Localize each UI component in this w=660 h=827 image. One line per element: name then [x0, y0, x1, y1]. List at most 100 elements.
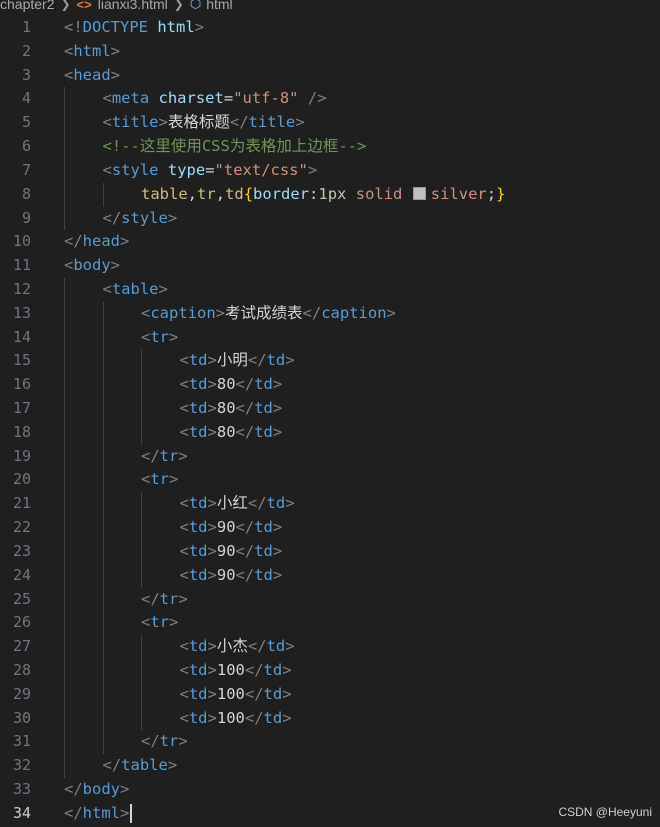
token-punct: > [207, 541, 217, 560]
line-source[interactable]: <head> [64, 64, 120, 88]
line-source[interactable]: <td>90</td> [180, 540, 283, 564]
indent-guide [64, 135, 65, 159]
breadcrumb-symbol[interactable]: html [206, 0, 232, 12]
breadcrumb-file[interactable]: lianxi3.html [98, 0, 168, 12]
line-source[interactable]: </head> [64, 230, 129, 254]
code-line[interactable]: 5 <title>表格标题</title> [0, 111, 660, 136]
token-tag: table [121, 756, 168, 775]
code-line[interactable]: 2 <html> [0, 40, 660, 64]
code-line[interactable]: 23 <td>90</td> [0, 539, 660, 564]
line-source[interactable]: <td>小杰</td> [180, 635, 295, 659]
line-source[interactable]: <body> [64, 254, 120, 278]
code-line[interactable]: 29 <td>100</td> [0, 682, 660, 707]
code-line[interactable]: 33 </body> [0, 778, 660, 802]
token-punct: > [120, 780, 130, 798]
line-source[interactable]: <style type="text/css"> [103, 159, 318, 183]
line-source[interactable]: <td>100</td> [180, 659, 292, 683]
line-source[interactable]: <meta charset="utf-8" /> [103, 87, 327, 111]
line-source[interactable]: </body> [64, 778, 129, 802]
code-line[interactable]: 19 </tr> [0, 444, 660, 469]
code-line[interactable]: 3 <head> [0, 64, 660, 88]
code-line[interactable]: 12 <table> [0, 277, 660, 302]
line-source[interactable]: </style> [103, 207, 178, 231]
code-line[interactable]: 22 <td>90</td> [0, 516, 660, 540]
indent-guide [141, 635, 142, 659]
code-line[interactable]: 24 <td>90</td> [0, 563, 660, 588]
code-line[interactable]: 30 <td>100</td> [0, 706, 660, 731]
code-line[interactable]: 16 <td>80</td> [0, 373, 660, 397]
token-tag: style [121, 208, 168, 227]
indent-guide [64, 111, 65, 136]
line-source[interactable]: <td>80</td> [180, 397, 283, 421]
line-source[interactable]: </table> [103, 754, 178, 778]
line-source[interactable]: <tr> [141, 468, 178, 492]
line-source[interactable]: </html> [64, 802, 133, 826]
code-line[interactable]: 18 <td>80</td> [0, 420, 660, 445]
watermark: CSDN @Heeyuni [558, 805, 652, 819]
line-source[interactable]: <table> [103, 278, 168, 302]
line-source[interactable]: <tr> [141, 326, 178, 350]
code-line[interactable]: 9 </style> [0, 206, 660, 231]
breadcrumb-folder[interactable]: chapter2 [0, 0, 54, 12]
code-line[interactable]: 32 </table> [0, 754, 660, 778]
code-line[interactable]: 10 </head> [0, 230, 660, 254]
line-source[interactable]: <html> [64, 40, 120, 64]
token-tag: td [263, 708, 283, 727]
line-source[interactable]: </tr> [141, 730, 188, 754]
code-line[interactable]: 1 <!DOCTYPE html> [0, 16, 660, 40]
token-text: 小杰 [216, 637, 248, 656]
code-line[interactable]: 11 <body> [0, 254, 660, 278]
code-line[interactable]: 26 <tr> [0, 611, 660, 636]
code-line[interactable]: 21 <td>小红</td> [0, 492, 660, 517]
token-attr: type [167, 160, 206, 179]
line-source[interactable]: <td>90</td> [180, 564, 283, 588]
code-area[interactable]: 1 <!DOCTYPE html> 2 <html> 3 <head> 4 <meta cha… [0, 16, 660, 826]
line-source[interactable]: <td>小明</td> [180, 349, 295, 373]
token-punct: > [207, 660, 217, 679]
line-source[interactable]: </tr> [141, 445, 188, 469]
indent-guide [64, 468, 65, 493]
line-source[interactable]: <td>小红</td> [180, 492, 295, 516]
token-tag: td [188, 637, 208, 656]
token-punct: </ [235, 541, 255, 560]
code-line[interactable]: 6 <!--这里使用CSS为表格加上边框--> [0, 135, 660, 159]
line-source[interactable]: <td>80</td> [180, 421, 283, 445]
code-line[interactable]: 4 <meta charset="utf-8" /> [0, 87, 660, 112]
line-source[interactable]: <td>80</td> [180, 373, 283, 397]
code-line[interactable]: 14 <tr> [0, 325, 660, 350]
line-source[interactable]: <caption>考试成绩表</caption> [141, 302, 396, 326]
line-source[interactable]: <!DOCTYPE html> [64, 16, 204, 40]
line-source[interactable]: <td>100</td> [180, 707, 292, 731]
code-line[interactable]: 27 <td>小杰</td> [0, 635, 660, 659]
code-line[interactable]: 20 <tr> [0, 468, 660, 493]
code-line[interactable]: 25 </tr> [0, 587, 660, 612]
code-line[interactable]: 7 <style type="text/css"> [0, 158, 660, 183]
indent-guide [64, 516, 65, 540]
token-text: 小红 [216, 494, 248, 513]
line-source[interactable]: </tr> [141, 588, 188, 612]
code-editor[interactable]: chapter2 ❯ <> lianxi3.html ❯ ⬡ html 1 <!D… [0, 0, 660, 827]
token-punct: > [285, 494, 295, 513]
code-line[interactable]: 15 <td>小明</td> [0, 349, 660, 374]
line-source[interactable]: table,tr,td{border:1px solid silver;} [141, 183, 505, 207]
line-source[interactable]: <title>表格标题</title> [103, 111, 305, 135]
code-line[interactable]: 13 <caption>考试成绩表</caption> [0, 301, 660, 326]
line-number: 8 [21, 184, 31, 203]
line-source[interactable]: <td>100</td> [180, 683, 292, 707]
line-number: 26 [12, 613, 31, 632]
line-source[interactable]: <td>90</td> [180, 516, 283, 540]
line-source[interactable]: <tr> [141, 611, 178, 635]
code-line[interactable]: 31 </tr> [0, 730, 660, 755]
code-line[interactable]: 17 <td>80</td> [0, 397, 660, 421]
token-punct: < [179, 565, 189, 584]
token-punct: > [120, 232, 130, 251]
token-punct: </ [302, 303, 322, 322]
token-tag: td [266, 351, 286, 370]
line-source[interactable]: <!--这里使用CSS为表格加上边框--> [103, 135, 367, 159]
token-text: = [205, 160, 215, 179]
token-punct: </ [229, 113, 249, 132]
code-line[interactable]: 28 <td>100</td> [0, 658, 660, 683]
color-swatch-icon[interactable] [412, 186, 426, 200]
code-line[interactable]: 8 table,tr,td{border:1px solid silver;} [0, 182, 660, 207]
